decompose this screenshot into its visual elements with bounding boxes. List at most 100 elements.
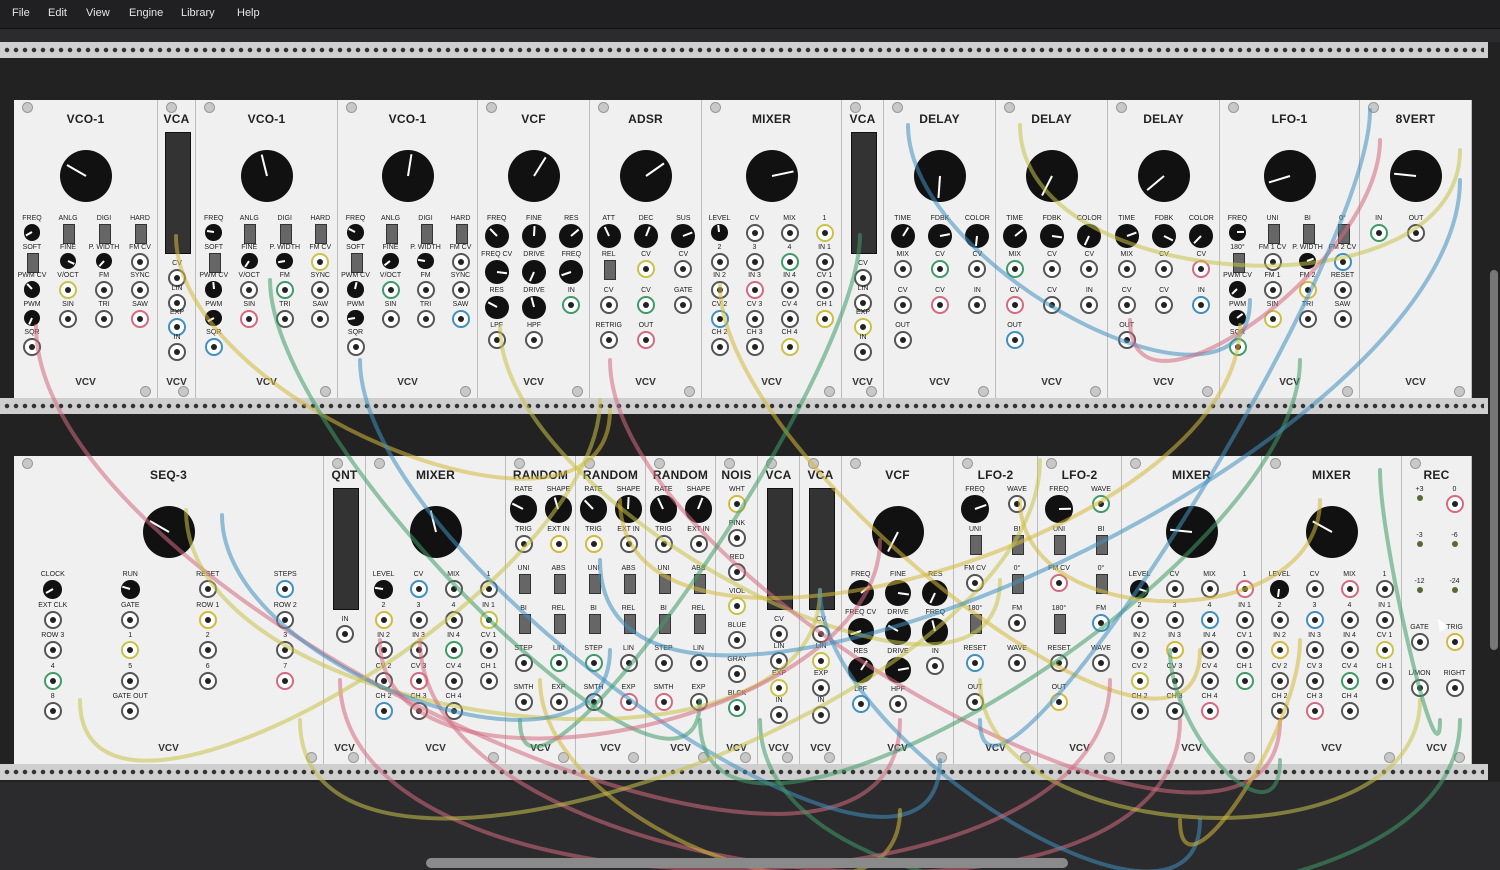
jack[interactable]	[479, 671, 498, 690]
module-random[interactable]: RANDOM VCV RATE SHAPE TRIG EXT IN UNI ABS BI REL S…	[576, 456, 646, 764]
knob[interactable]	[847, 656, 874, 683]
knob[interactable]	[1299, 252, 1316, 270]
knob[interactable]	[417, 252, 434, 270]
jack[interactable]	[1263, 309, 1282, 328]
jack[interactable]	[1298, 309, 1317, 328]
knob[interactable]	[559, 259, 584, 284]
jack[interactable]	[745, 338, 764, 357]
module-delay[interactable]: DELAY VCV TIME FDBK COLOR MIX CV CV CV CV IN OUT	[1108, 100, 1220, 398]
jack[interactable]	[599, 295, 618, 314]
jack[interactable]	[451, 252, 470, 271]
jack[interactable]	[1165, 702, 1184, 721]
knob[interactable]	[1040, 224, 1064, 248]
jack[interactable]	[549, 693, 568, 712]
toggle-switch[interactable]	[693, 614, 706, 634]
jack[interactable]	[121, 671, 140, 690]
jack[interactable]	[444, 671, 463, 690]
jack[interactable]	[1005, 331, 1024, 350]
toggle-switch[interactable]	[658, 614, 671, 634]
main-knob[interactable]	[746, 150, 798, 202]
jack[interactable]	[336, 625, 354, 643]
jack[interactable]	[1340, 702, 1359, 721]
jack[interactable]	[514, 534, 533, 553]
jack[interactable]	[198, 580, 217, 598]
jack[interactable]	[444, 641, 463, 660]
jack[interactable]	[59, 281, 77, 300]
main-knob[interactable]	[1306, 506, 1358, 558]
jack[interactable]	[780, 224, 799, 242]
jack[interactable]	[728, 529, 746, 547]
knob[interactable]	[1229, 281, 1246, 298]
module-seq-3[interactable]: SEQ-3 VCV CLOCK RUN RESET STEPS EXT CLK GATE ROW…	[14, 456, 324, 764]
knob[interactable]	[205, 281, 223, 298]
knob[interactable]	[1114, 224, 1139, 248]
knob[interactable]	[23, 281, 41, 298]
jack[interactable]	[1050, 574, 1068, 593]
module-lfo-1[interactable]: LFO-1 VCV FREQ UNI BI 0° 180° FM 1 CV P. WIDTH FM…	[1220, 100, 1360, 398]
toggle-switch[interactable]	[99, 224, 111, 244]
knob[interactable]	[509, 495, 538, 523]
jack[interactable]	[1305, 641, 1324, 660]
knob[interactable]	[890, 224, 915, 248]
jack[interactable]	[374, 702, 393, 721]
jack[interactable]	[95, 281, 113, 300]
jack[interactable]	[198, 671, 217, 690]
jack[interactable]	[770, 706, 788, 724]
jack[interactable]	[1005, 259, 1024, 278]
jack[interactable]	[780, 252, 799, 271]
module-vcf[interactable]: VCF VCV FREQ FINE RES FREQ CV DRIVE FREQ RES DRIV…	[478, 100, 590, 398]
jack[interactable]	[815, 224, 834, 242]
jack[interactable]	[23, 338, 41, 357]
jack[interactable]	[893, 331, 912, 350]
jack[interactable]	[728, 563, 746, 581]
jack[interactable]	[654, 534, 673, 553]
jack[interactable]	[444, 580, 463, 598]
jack[interactable]	[926, 656, 945, 675]
jack[interactable]	[374, 671, 393, 690]
knob[interactable]	[347, 281, 364, 298]
jack[interactable]	[1305, 702, 1324, 721]
module-vcf[interactable]: VCF VCV FREQ FINE RES FREQ CV DRIVE FREQ RES DRIV…	[842, 456, 954, 764]
jack[interactable]	[1130, 610, 1149, 629]
jack[interactable]	[780, 309, 799, 328]
knob[interactable]	[649, 495, 678, 523]
jack[interactable]	[1340, 671, 1359, 690]
menu-help[interactable]: Help	[237, 7, 260, 19]
jack[interactable]	[1008, 653, 1026, 672]
jack[interactable]	[95, 309, 113, 328]
jack[interactable]	[599, 331, 618, 350]
jack[interactable]	[710, 309, 729, 328]
horizontal-scrollbar[interactable]	[426, 858, 1068, 868]
jack[interactable]	[1340, 641, 1359, 660]
jack[interactable]	[416, 309, 435, 328]
module-vca[interactable]: VCA VCV CV LIN EXP IN	[758, 456, 800, 764]
jack[interactable]	[1263, 281, 1282, 300]
jack[interactable]	[1305, 671, 1324, 690]
toggle-switch[interactable]	[350, 252, 363, 273]
toggle-switch[interactable]	[1302, 224, 1315, 244]
jack[interactable]	[637, 259, 655, 278]
module-nois[interactable]: NOIS VCV WHT PINK RED VIOL BLUE GRAY BLCK	[716, 456, 758, 764]
toggle-switch[interactable]	[385, 224, 398, 244]
toggle-switch[interactable]	[603, 259, 616, 280]
jack[interactable]	[1445, 679, 1464, 697]
menu-file[interactable]: File	[12, 7, 30, 19]
jack[interactable]	[240, 309, 259, 328]
toggle-switch[interactable]	[553, 614, 566, 634]
toggle-switch[interactable]	[63, 224, 75, 244]
toggle-switch[interactable]	[693, 574, 706, 595]
knob[interactable]	[1002, 224, 1027, 248]
knob[interactable]	[1270, 580, 1289, 599]
jack[interactable]	[1263, 252, 1282, 271]
jack[interactable]	[1305, 580, 1324, 598]
knob[interactable]	[374, 580, 393, 599]
knob[interactable]	[1077, 224, 1102, 248]
jack[interactable]	[381, 281, 400, 300]
jack[interactable]	[1080, 295, 1099, 314]
jack[interactable]	[584, 693, 603, 712]
toggle-switch[interactable]	[1012, 574, 1024, 595]
knob[interactable]	[884, 656, 912, 683]
main-knob[interactable]	[1026, 150, 1078, 202]
knob[interactable]	[928, 224, 952, 248]
module-vca[interactable]: VCA VCV CV LIN EXP IN	[800, 456, 842, 764]
